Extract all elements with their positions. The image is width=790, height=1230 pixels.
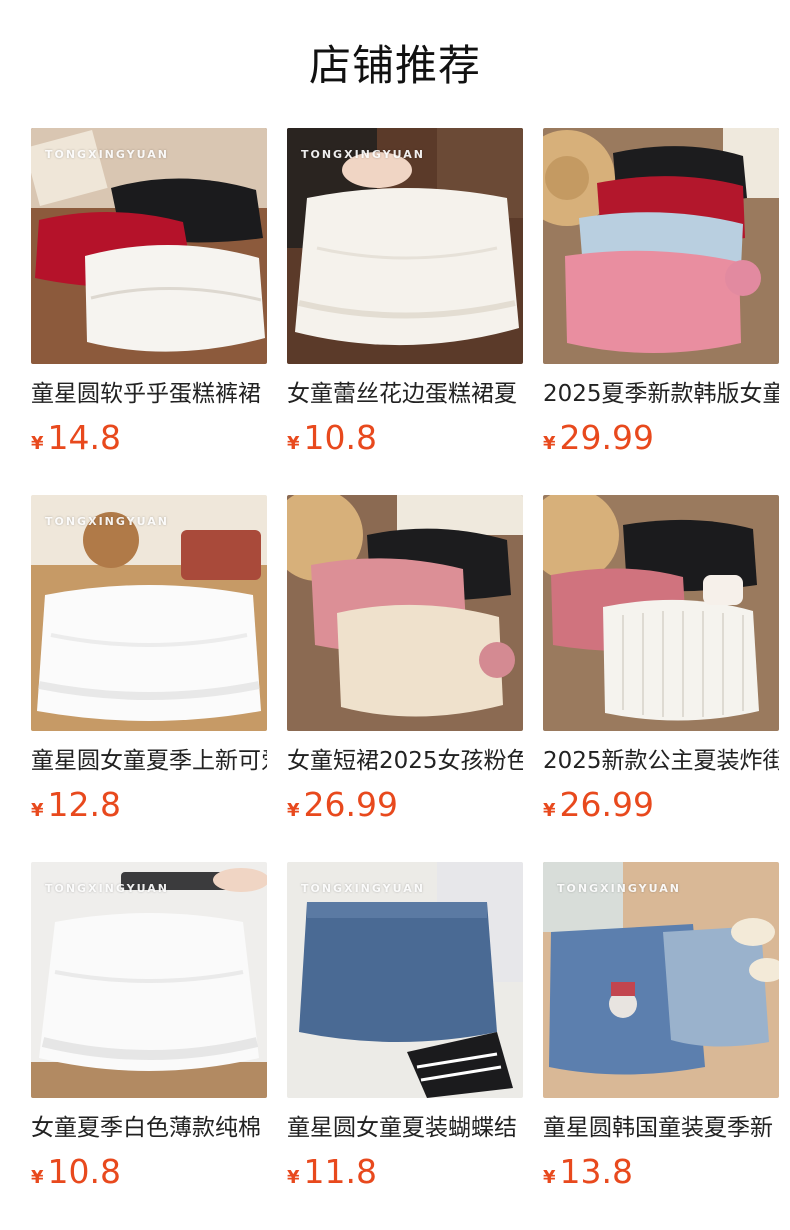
product-image[interactable]: TONGXINGYUAN [31, 495, 267, 731]
product-name[interactable]: 童星圆女童夏季上新可爱 [31, 745, 267, 777]
product-name[interactable]: 2025夏季新款韩版女童 [543, 378, 779, 410]
watermark-text: TONGXINGYUAN [45, 882, 169, 895]
product-price: ¥14.8 [31, 418, 267, 458]
watermark-text: TONGXINGYUAN [557, 882, 681, 895]
product-price: ¥26.99 [543, 785, 779, 825]
currency-symbol: ¥ [287, 800, 300, 821]
product-price: ¥29.99 [543, 418, 779, 458]
product-card[interactable]: TONGXINGYUAN 童星圆软乎乎蛋糕裤裙 ¥14.8 [31, 128, 267, 458]
product-image[interactable] [287, 495, 523, 731]
product-image[interactable]: TONGXINGYUAN [287, 128, 523, 364]
product-name[interactable]: 童星圆女童夏装蝴蝶结 [287, 1112, 523, 1144]
price-amount: 29.99 [559, 418, 655, 457]
product-card[interactable]: TONGXINGYUAN 女童蕾丝花边蛋糕裙夏 ¥10.8 [287, 128, 523, 458]
product-name[interactable]: 童星圆韩国童装夏季新 [543, 1112, 779, 1144]
product-card[interactable]: TONGXINGYUAN 女童夏季白色薄款纯棉 ¥10.8 [31, 862, 267, 1192]
watermark-text: TONGXINGYUAN [45, 148, 169, 161]
product-image[interactable] [543, 128, 779, 364]
product-card[interactable]: 女童短裙2025女孩粉色 ¥26.99 [287, 495, 523, 825]
price-amount: 14.8 [47, 418, 122, 457]
product-image[interactable]: TONGXINGYUAN [31, 128, 267, 364]
currency-symbol: ¥ [31, 800, 44, 821]
page-title: 店铺推荐 [308, 41, 481, 90]
product-price: ¥10.8 [31, 1152, 267, 1192]
product-name[interactable]: 童星圆软乎乎蛋糕裤裙 [31, 378, 267, 410]
currency-symbol: ¥ [31, 1167, 44, 1188]
price-amount: 26.99 [303, 785, 399, 824]
product-price: ¥26.99 [287, 785, 523, 825]
product-price: ¥12.8 [31, 785, 267, 825]
product-image[interactable]: TONGXINGYUAN [31, 862, 267, 1098]
currency-symbol: ¥ [31, 433, 44, 454]
price-amount: 26.99 [559, 785, 655, 824]
currency-symbol: ¥ [543, 1167, 556, 1188]
currency-symbol: ¥ [543, 800, 556, 821]
watermark-text: TONGXINGYUAN [301, 882, 425, 895]
product-image[interactable] [543, 495, 779, 731]
price-amount: 13.8 [559, 1152, 634, 1191]
currency-symbol: ¥ [543, 433, 556, 454]
product-card[interactable]: TONGXINGYUAN 童星圆韩国童装夏季新 ¥13.8 [543, 862, 779, 1192]
currency-symbol: ¥ [287, 433, 300, 454]
product-image[interactable]: TONGXINGYUAN [287, 862, 523, 1098]
product-name[interactable]: 女童短裙2025女孩粉色 [287, 745, 523, 777]
price-amount: 11.8 [303, 1152, 378, 1191]
product-card[interactable]: 2025新款公主夏装炸街 ¥26.99 [543, 495, 779, 825]
currency-symbol: ¥ [287, 1167, 300, 1188]
price-amount: 12.8 [47, 785, 122, 824]
product-price: ¥10.8 [287, 418, 523, 458]
price-amount: 10.8 [303, 418, 378, 457]
product-name[interactable]: 女童夏季白色薄款纯棉 [31, 1112, 267, 1144]
product-image[interactable]: TONGXINGYUAN [543, 862, 779, 1098]
product-name[interactable]: 女童蕾丝花边蛋糕裙夏 [287, 378, 523, 410]
watermark-text: TONGXINGYUAN [45, 515, 169, 528]
product-card[interactable]: 2025夏季新款韩版女童 ¥29.99 [543, 128, 779, 458]
price-amount: 10.8 [47, 1152, 122, 1191]
product-card[interactable]: TONGXINGYUAN 童星圆女童夏季上新可爱 ¥12.8 [31, 495, 267, 825]
product-name[interactable]: 2025新款公主夏装炸街 [543, 745, 779, 777]
product-price: ¥11.8 [287, 1152, 523, 1192]
watermark-text: TONGXINGYUAN [301, 148, 425, 161]
product-card[interactable]: TONGXINGYUAN 童星圆女童夏装蝴蝶结 ¥11.8 [287, 862, 523, 1192]
product-price: ¥13.8 [543, 1152, 779, 1192]
